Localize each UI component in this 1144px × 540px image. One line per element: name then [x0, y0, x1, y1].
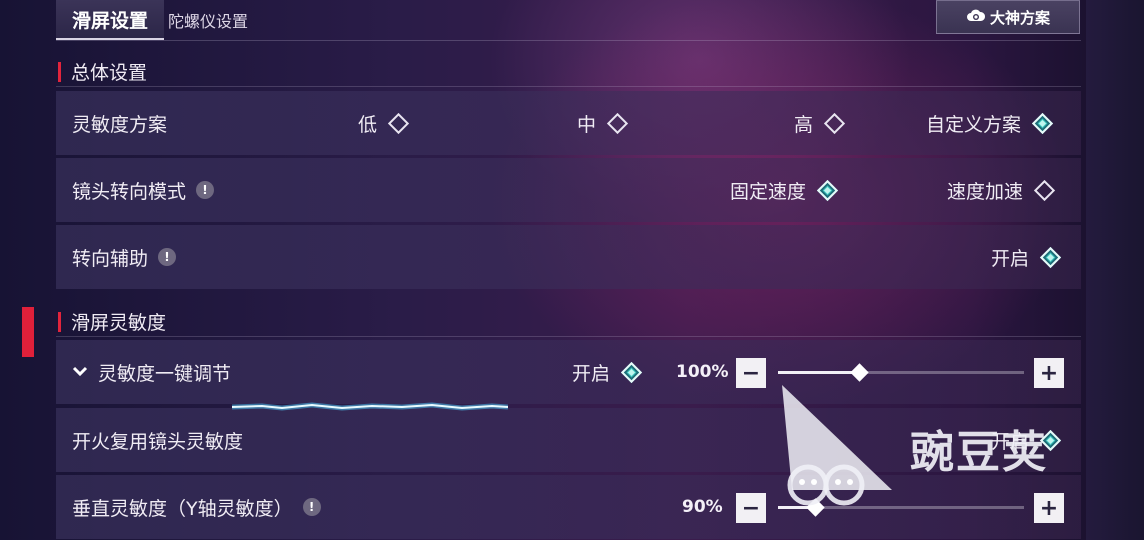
- cloud-icon: [966, 8, 986, 26]
- option-fixed-speed[interactable]: 固定速度: [730, 158, 839, 222]
- sensitivity-plan-label: 灵敏度方案: [72, 91, 167, 155]
- option-medium[interactable]: 中: [577, 91, 629, 155]
- diamond-radio-icon: [606, 112, 629, 134]
- diamond-radio-selected-icon: [1039, 246, 1062, 268]
- option-high-label: 高: [794, 113, 814, 136]
- fire-reuse-label: 开火复用镜头灵敏度: [72, 408, 243, 472]
- option-medium-label: 中: [577, 113, 597, 136]
- diamond-radio-icon: [1033, 179, 1056, 201]
- expert-plan-label: 大神方案: [989, 8, 1050, 27]
- info-icon[interactable]: !: [158, 248, 177, 266]
- section-general: 总体设置: [58, 58, 147, 85]
- vertical-minus-button[interactable]: −: [736, 493, 766, 523]
- slider-thumb[interactable]: [850, 363, 869, 382]
- diamond-radio-selected-icon: [620, 361, 643, 383]
- active-section-marker: [22, 307, 34, 357]
- diamond-radio-icon: [823, 112, 846, 134]
- info-icon[interactable]: !: [196, 181, 215, 199]
- turn-assist-text: 转向辅助: [72, 247, 149, 270]
- watermark-text: 豌豆荚: [910, 427, 1048, 478]
- vertical-label: 垂直灵敏度（Y轴灵敏度） !: [72, 475, 321, 539]
- one-key-toggle-label: 开启: [572, 362, 611, 385]
- fire-reuse-text: 开火复用镜头灵敏度: [72, 430, 244, 453]
- vertical-text: 垂直灵敏度（Y轴灵敏度）: [72, 497, 293, 520]
- slider-fill: [778, 371, 859, 374]
- one-key-value: 100%: [676, 362, 729, 382]
- one-key-minus-button[interactable]: −: [736, 358, 766, 388]
- one-key-text: 灵敏度一键调节: [98, 362, 232, 385]
- option-fixed-speed-label: 固定速度: [730, 180, 807, 203]
- turn-assist-toggle-label: 开启: [991, 247, 1030, 270]
- tab-divider: [56, 40, 1081, 41]
- section-swipe: 滑屏灵敏度: [58, 308, 166, 335]
- camera-mode-label: 镜头转向模式 !: [72, 158, 215, 222]
- row-turn-assist: 转向辅助 ! 开启: [56, 225, 1081, 289]
- tab-bar: 滑屏设置 陀螺仪设置: [56, 0, 252, 40]
- lightning-effect: [232, 402, 508, 411]
- camera-mode-text: 镜头转向模式: [72, 180, 187, 203]
- tab-swipe-settings[interactable]: 滑屏设置: [56, 0, 165, 40]
- row-camera-mode: 镜头转向模式 ! 固定速度 速度加速: [56, 158, 1081, 222]
- option-custom-label: 自定义方案: [926, 113, 1022, 136]
- section-general-divider: [56, 86, 1081, 87]
- diamond-radio-icon: [387, 112, 410, 134]
- turn-assist-toggle[interactable]: 开启: [991, 225, 1062, 289]
- section-swipe-divider: [56, 336, 1081, 337]
- option-low[interactable]: 低: [358, 91, 410, 155]
- sensitivity-plan-text: 灵敏度方案: [72, 113, 168, 136]
- chevron-down-icon: [72, 363, 88, 381]
- expert-plan-button[interactable]: 大神方案: [936, 0, 1080, 34]
- tab-gyro-settings[interactable]: 陀螺仪设置: [164, 0, 252, 40]
- option-accelerate-label: 速度加速: [947, 180, 1024, 203]
- option-accelerate[interactable]: 速度加速: [947, 158, 1056, 222]
- option-custom[interactable]: 自定义方案: [926, 91, 1054, 155]
- one-key-label[interactable]: 灵敏度一键调节: [72, 340, 231, 404]
- section-marker: [58, 61, 61, 82]
- info-icon[interactable]: !: [302, 498, 321, 516]
- section-marker: [58, 311, 61, 332]
- section-general-title: 总体设置: [71, 62, 148, 84]
- option-high[interactable]: 高: [794, 91, 846, 155]
- row-sensitivity-plan: 灵敏度方案 低 中 高 自定义方案: [56, 91, 1081, 155]
- vertical-value: 90%: [682, 497, 723, 517]
- one-key-toggle[interactable]: 开启: [572, 340, 643, 404]
- diamond-radio-selected-icon: [1031, 112, 1054, 134]
- option-low-label: 低: [358, 113, 378, 136]
- one-key-slider[interactable]: [778, 363, 1024, 382]
- section-swipe-title: 滑屏灵敏度: [71, 312, 167, 334]
- diamond-radio-selected-icon: [816, 179, 839, 201]
- turn-assist-label: 转向辅助 !: [72, 225, 177, 289]
